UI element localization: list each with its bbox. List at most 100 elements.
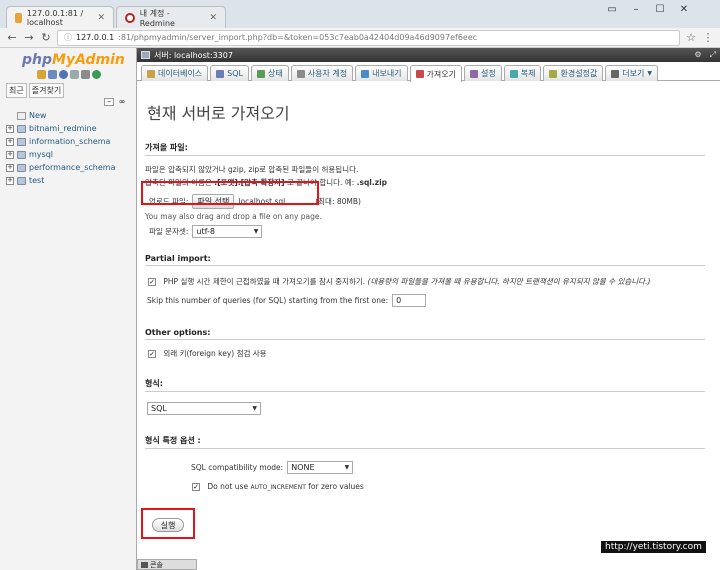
tab-icon <box>361 69 370 78</box>
tab-5[interactable]: 가져오기 <box>409 65 462 82</box>
charset-row: 파일 문자셋: utf-8 ▼ <box>149 225 705 238</box>
user-icon[interactable]: ▭ <box>600 0 624 18</box>
tab-8[interactable]: 환경설정값 <box>543 65 604 81</box>
tab-icon <box>611 69 620 78</box>
interrupt-checkbox[interactable]: ✓ <box>148 278 156 286</box>
database-icon <box>17 137 26 146</box>
tree-item-test[interactable]: + test <box>6 174 116 187</box>
tab-1[interactable]: SQL <box>210 65 250 81</box>
back-icon[interactable]: ← <box>6 31 18 44</box>
format-select[interactable]: SQL ▼ <box>147 402 261 415</box>
browser-tab-redmine[interactable]: 내 계정 - Redmine ✕ <box>116 6 226 28</box>
tree-item-information-schema[interactable]: + information_schema <box>6 135 116 148</box>
maximize-icon[interactable]: ☐ <box>648 0 672 18</box>
compat-value: NONE <box>291 463 315 472</box>
tab-9[interactable]: 더보기 ▼ <box>605 65 658 81</box>
menu-icon[interactable]: ⋮ <box>702 31 714 44</box>
tree-item-mysql[interactable]: + mysql <box>6 148 116 161</box>
console-label: 콘솔 <box>150 560 163 569</box>
expand-icon[interactable]: + <box>6 176 14 185</box>
dropdown-arrow-icon: ▼ <box>252 405 257 412</box>
fk-row: ✓ 외래 키(foreign key) 점검 사용 <box>148 348 705 359</box>
format-value: SQL <box>151 404 167 413</box>
database-icon <box>17 176 26 185</box>
section-title: 가져올 파일: <box>145 142 705 156</box>
tree-item-label: performance_schema <box>29 163 116 172</box>
tab-label: 상태 <box>268 69 283 78</box>
collapse-icon[interactable]: ⤢ <box>710 50 716 60</box>
dropdown-arrow-icon: ▼ <box>344 464 350 471</box>
compat-select[interactable]: NONE ▼ <box>287 461 354 474</box>
tab-label: 사용자 계정 <box>307 69 348 78</box>
tree-item-label: mysql <box>29 150 53 159</box>
tab-label: 가져오기 <box>426 69 456 79</box>
tree-item-label: New <box>29 111 47 120</box>
charset-select[interactable]: utf-8 ▼ <box>192 225 263 238</box>
tree-item-performance-schema[interactable]: + performance_schema <box>6 161 116 174</box>
link-with-main-icon[interactable]: ∞ <box>117 98 127 106</box>
close-tab-icon[interactable]: ✕ <box>97 13 105 23</box>
minimize-icon[interactable]: – <box>624 0 648 18</box>
tab-3[interactable]: 사용자 계정 <box>290 65 354 81</box>
tree-item-bitnami-redmine[interactable]: + bitnami_redmine <box>6 122 116 135</box>
tab-icon <box>415 70 424 78</box>
browser-tab-phpmyadmin[interactable]: 127.0.0.1:81 / localhost ✕ <box>6 6 114 28</box>
more-arrow-icon: ▼ <box>647 70 652 77</box>
expand-icon[interactable]: + <box>6 163 14 172</box>
close-window-icon[interactable]: ✕ <box>672 0 696 18</box>
tab-4[interactable]: 내보내기 <box>355 65 408 81</box>
tab-6[interactable]: 설정 <box>464 65 502 81</box>
server-link[interactable]: 서버: localhost:3307 <box>154 50 233 61</box>
console-toggle[interactable]: 콘솔 <box>137 559 197 570</box>
address-bar: ← → ↻ ⓘ 127.0.0.1:81/phpmyadmin/server_i… <box>0 28 720 48</box>
reload-icon[interactable]: ↻ <box>40 31 52 44</box>
favorites-tab[interactable]: 즐겨찾기 <box>28 83 65 98</box>
tab-0[interactable]: 데이터베이스 <box>141 65 209 81</box>
dropdown-arrow-icon: ▼ <box>253 228 259 235</box>
logo-myadmin-text: MyAdmin <box>52 52 125 68</box>
forward-icon[interactable]: → <box>23 31 35 44</box>
skip-queries-input[interactable]: 0 <box>392 294 427 307</box>
phpmyadmin-favicon-icon <box>15 12 22 23</box>
tab-label: 더보기 <box>622 69 645 78</box>
auto-increment-label: for zero values <box>305 482 364 491</box>
interrupt-row: ✓ PHP 실행 시간 제한이 근접하였을 때 가져오기를 잠시 중지하기. (… <box>148 276 705 287</box>
tab-7[interactable]: 복제 <box>503 65 542 81</box>
settings-icon[interactable] <box>81 70 90 79</box>
expand-icon[interactable]: + <box>6 124 14 133</box>
sql-query-icon[interactable] <box>48 70 57 79</box>
format-section: 형식: SQL ▼ <box>145 378 705 415</box>
url-path: :81/phpmyadmin/server_import.php?db=&tok… <box>118 33 478 42</box>
help-icon[interactable] <box>59 70 68 79</box>
compat-label: SQL compatibility mode: <box>191 463 284 472</box>
tree-item-label: information_schema <box>29 137 111 146</box>
bookmark-star-icon[interactable]: ☆ <box>685 31 697 44</box>
recent-tab[interactable]: 최근 <box>6 83 27 98</box>
tab-label: 환경설정값 <box>560 69 598 78</box>
console-icon <box>141 561 148 568</box>
expand-icon[interactable]: + <box>6 150 14 159</box>
tree-item-new[interactable]: New <box>6 109 116 122</box>
top-menu: 데이터베이스 SQL 상태 사용자 계정 내보내기 가져오기 설정 복제 환경설정값 더보기 ▼ <box>137 65 720 82</box>
tree-item-label: bitnami_redmine <box>29 124 97 133</box>
docs-icon[interactable] <box>70 70 79 79</box>
phpmyadmin-logo[interactable]: phpMyAdmin <box>22 52 125 68</box>
interrupt-label: PHP 실행 시간 제한이 근접하였을 때 가져오기를 잠시 중지하기. <box>163 277 366 286</box>
note-bold: .sql.zip <box>356 178 388 187</box>
close-tab-icon[interactable]: ✕ <box>209 13 217 23</box>
tab-label: 데이터베이스 <box>158 69 203 78</box>
tab-2[interactable]: 상태 <box>251 65 289 81</box>
tab-icon <box>216 69 225 78</box>
collapse-all-icon[interactable]: – <box>104 98 114 106</box>
auto-increment-label: Do not use <box>207 482 251 491</box>
home-icon[interactable] <box>37 70 46 79</box>
gear-icon[interactable]: ⚙ <box>694 50 701 60</box>
refresh-icon[interactable] <box>92 70 101 79</box>
foreign-key-checkbox[interactable]: ✓ <box>148 350 156 358</box>
max-size-label: (최대: 80MB) <box>315 197 361 206</box>
tab-label: 설정 <box>481 69 496 78</box>
expand-icon[interactable]: + <box>6 137 14 146</box>
tab-icon <box>257 69 266 78</box>
auto-increment-checkbox[interactable]: ✓ <box>192 483 200 491</box>
url-field[interactable]: ⓘ 127.0.0.1:81/phpmyadmin/server_import.… <box>57 29 680 46</box>
